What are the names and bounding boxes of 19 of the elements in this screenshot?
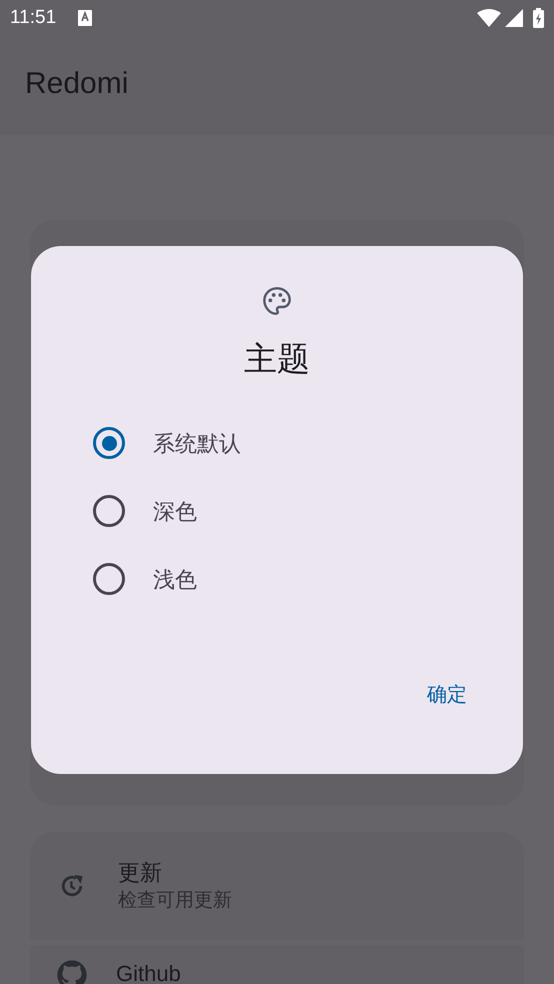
radio-button[interactable]: [93, 427, 125, 459]
option-label: 深色: [153, 498, 197, 526]
radio-button[interactable]: [93, 563, 125, 595]
keyboard-icon: [78, 10, 92, 26]
item-title: 更新: [118, 859, 163, 887]
cat-icon: [56, 959, 88, 984]
item-title: Github: [116, 960, 181, 984]
option-label: 浅色: [153, 566, 197, 594]
radio-button[interactable]: [93, 495, 125, 527]
battery-icon: [533, 8, 544, 28]
status-time: 11:51: [10, 6, 56, 30]
app-title: Redomi: [25, 66, 128, 102]
palette-icon: [261, 285, 293, 317]
signal-icon: [505, 9, 523, 27]
settings-item[interactable]: Github: [30, 945, 524, 984]
wifi-icon: [477, 9, 501, 27]
dialog-title: 主题: [244, 339, 310, 379]
option-label: 系统默认: [153, 430, 241, 458]
confirm-button[interactable]: 确定: [419, 674, 475, 716]
